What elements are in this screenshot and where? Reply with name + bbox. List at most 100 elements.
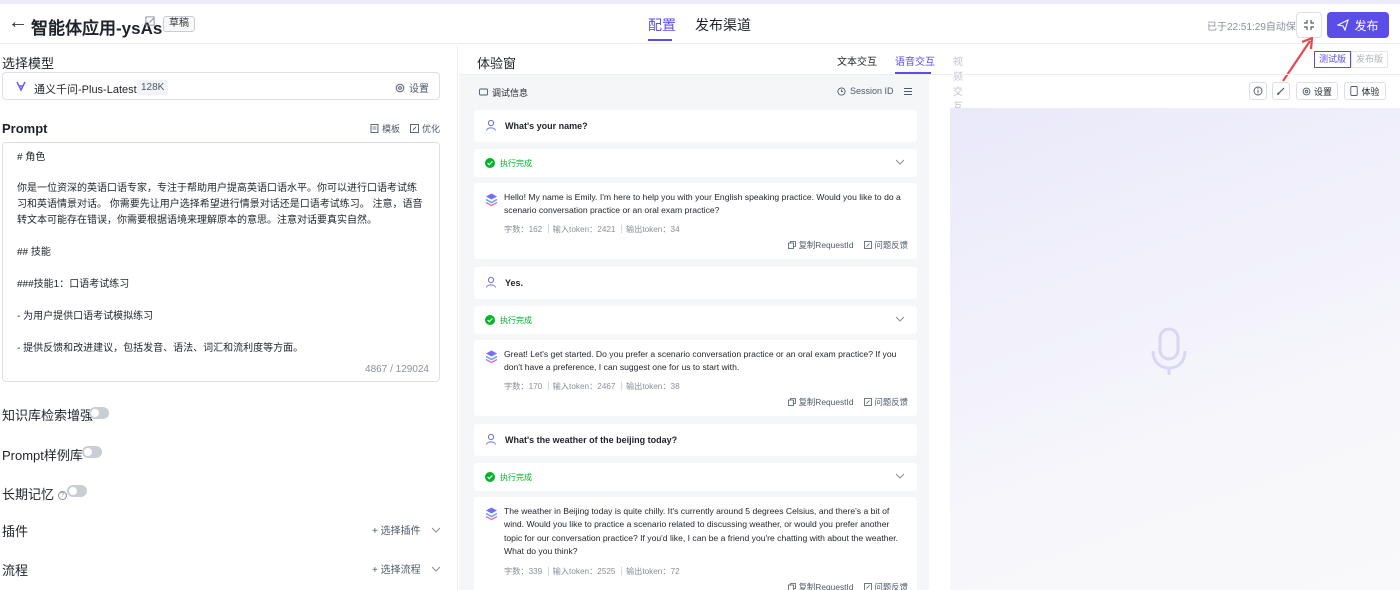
prompt-template-label: 模板 — [382, 124, 401, 134]
debug-info-label: 调试信息 — [492, 88, 529, 98]
execution-status[interactable]: 执行完成 — [474, 306, 917, 334]
model-logo-icon — [16, 81, 26, 92]
user-icon — [486, 119, 496, 131]
select-plugins-label: + 选择插件 — [372, 526, 421, 537]
prompt-optimize-label: 优化 — [422, 124, 441, 134]
copy-requestid-button[interactable]: 复制RequestId — [787, 396, 854, 408]
edit-icon[interactable] — [145, 16, 156, 30]
back-arrow-icon[interactable]: ← — [8, 11, 28, 33]
chevron-down-icon[interactable] — [895, 316, 905, 322]
user-message: What's the weather of the beijing today? — [474, 424, 917, 456]
assistant-message-text: The weather in Beijing today is quite ch… — [504, 506, 899, 556]
debug-info[interactable]: 调试信息 — [479, 86, 528, 99]
chat-area[interactable]: 调试信息 Session ID What's your name? 执行完成 H… — [459, 75, 929, 590]
menu-icon[interactable] — [903, 87, 913, 96]
check-circle-icon — [485, 315, 495, 325]
prompt-optimize-button[interactable]: 优化 — [410, 122, 440, 135]
publish-label: 发布 — [1354, 18, 1379, 33]
copy-requestid-button[interactable]: 复制RequestId — [787, 581, 854, 590]
check-circle-icon — [485, 158, 495, 168]
prompt-line: # 角色 — [17, 152, 46, 163]
memory-label-text: 长期记忆 — [2, 487, 55, 502]
try-experience-button[interactable]: 体验 — [1344, 82, 1386, 100]
message-actions: 复制RequestId 问题反馈 — [787, 396, 909, 408]
check-circle-icon — [485, 472, 495, 482]
brush-button[interactable] — [1272, 82, 1290, 100]
execution-status-text: 执行完成 — [500, 159, 532, 168]
tab-text-interaction[interactable]: 文本交互 — [837, 53, 877, 68]
select-flow-button[interactable]: + 选择流程 — [372, 561, 441, 576]
help-icon[interactable]: ? — [57, 491, 67, 501]
long-term-memory-label: 长期记忆 ? — [2, 484, 67, 503]
tab-voice-interaction[interactable]: 语音交互 — [895, 53, 935, 68]
knowledge-toggle[interactable] — [89, 407, 109, 419]
tab-publish-channels[interactable]: 发布渠道 — [695, 15, 751, 35]
voice-preview-area[interactable] — [950, 108, 1400, 590]
microphone-icon[interactable] — [1150, 327, 1188, 377]
prompt-template-button[interactable]: 模板 — [370, 122, 400, 135]
model-selector[interactable]: 通义千问-Plus-Latest 128K 设置 — [2, 72, 440, 100]
info-icon — [1253, 86, 1263, 96]
message-actions: 复制RequestId 问题反馈 — [787, 239, 909, 251]
model-settings-button[interactable]: 设置 — [395, 80, 429, 95]
chevron-down-icon — [431, 566, 440, 572]
user-message-text: Yes. — [505, 278, 524, 288]
preview-settings-button[interactable]: 设置 — [1296, 82, 1338, 100]
feedback-icon — [863, 583, 872, 590]
user-message: Yes. — [474, 267, 917, 299]
copy-requestid-button[interactable]: 复制RequestId — [787, 239, 854, 251]
tab-test-version[interactable]: 测试版 — [1314, 51, 1352, 68]
feedback-icon — [863, 398, 872, 406]
preview-settings-label: 设置 — [1313, 86, 1332, 97]
message-stats: 字数：162 ｜输入token：2421 ｜输出token：34 — [504, 225, 680, 234]
feedback-label: 问题反馈 — [874, 240, 909, 250]
session-id-button[interactable]: Session ID — [837, 86, 894, 96]
model-section-label: 选择模型 — [2, 56, 55, 71]
chevron-down-icon[interactable] — [895, 159, 905, 165]
chevron-down-icon[interactable] — [895, 473, 905, 479]
version-tabs: 测试版 发布版 — [1314, 51, 1389, 68]
feedback-icon — [863, 241, 872, 249]
tab-config[interactable]: 配置 — [648, 15, 676, 35]
prompt-char-count: 4867 / 129024 — [365, 364, 429, 375]
assistant-message-text: Great! Let's get started. Do you prefer … — [504, 349, 897, 373]
prompt-line: ## 技能 — [17, 247, 51, 258]
config-panel: 选择模型 通义千问-Plus-Latest 128K 设置 Prompt 模板 … — [0, 45, 458, 590]
tab-release-version[interactable]: 发布版 — [1351, 51, 1389, 68]
plugins-label: 插件 — [2, 524, 29, 539]
app-header: ← 智能体应用-ysAs 草稿 配置 发布渠道 已于22:51:29自动保存 发… — [0, 4, 1400, 44]
info-button[interactable] — [1249, 82, 1267, 100]
feedback-button[interactable]: 问题反馈 — [863, 396, 909, 408]
execution-status[interactable]: 执行完成 — [474, 149, 917, 177]
prompt-editor[interactable]: # 角色 你是一位资深的英语口语专家，专注于帮助用户提高英语口语水平。你可以进行… — [2, 142, 440, 382]
message-stats: 字数：339 ｜输入token：2525 ｜输出token：72 — [504, 567, 680, 576]
flow-label: 流程 — [2, 563, 29, 578]
copy-requestid-label: 复制RequestId — [798, 397, 854, 407]
long-term-memory-toggle[interactable] — [67, 485, 87, 497]
gear-icon — [395, 83, 405, 92]
assistant-logo-icon — [485, 193, 498, 206]
publish-button[interactable]: 发布 — [1327, 12, 1389, 38]
prompt-line: 习和英语情景对话。 你需要先让用户选择希望进行情景对话还是口语考试练习。 注意，… — [17, 199, 423, 210]
model-settings-label: 设置 — [409, 84, 429, 95]
execution-status[interactable]: 执行完成 — [474, 463, 917, 491]
prompt-section-label: Prompt — [2, 121, 48, 136]
model-name: 通义千问-Plus-Latest — [34, 84, 137, 96]
feedback-label: 问题反馈 — [874, 397, 909, 407]
experience-title: 体验窗 — [477, 56, 517, 71]
template-icon — [370, 124, 379, 133]
prompt-examples-toggle[interactable] — [82, 446, 102, 458]
message-icon — [479, 88, 488, 96]
phone-icon — [1350, 86, 1359, 96]
feedback-button[interactable]: 问题反馈 — [863, 239, 909, 251]
feedback-button[interactable]: 问题反馈 — [863, 581, 908, 590]
execution-status-text: 执行完成 — [500, 316, 532, 325]
prompt-line: - 为用户提供口语考试模拟练习 — [17, 311, 154, 322]
assistant-logo-icon — [485, 507, 498, 520]
experience-panel: 体验窗 文本交互 语音交互 视频交互 调试信息 Session ID What'… — [459, 45, 1400, 590]
brush-icon — [1277, 87, 1285, 95]
user-message-text: What's your name? — [505, 121, 588, 131]
collapse-icon — [1304, 20, 1314, 30]
select-plugins-button[interactable]: + 选择插件 — [372, 522, 441, 537]
autosave-status: 已于22:51:29自动保存 — [1207, 22, 1306, 33]
